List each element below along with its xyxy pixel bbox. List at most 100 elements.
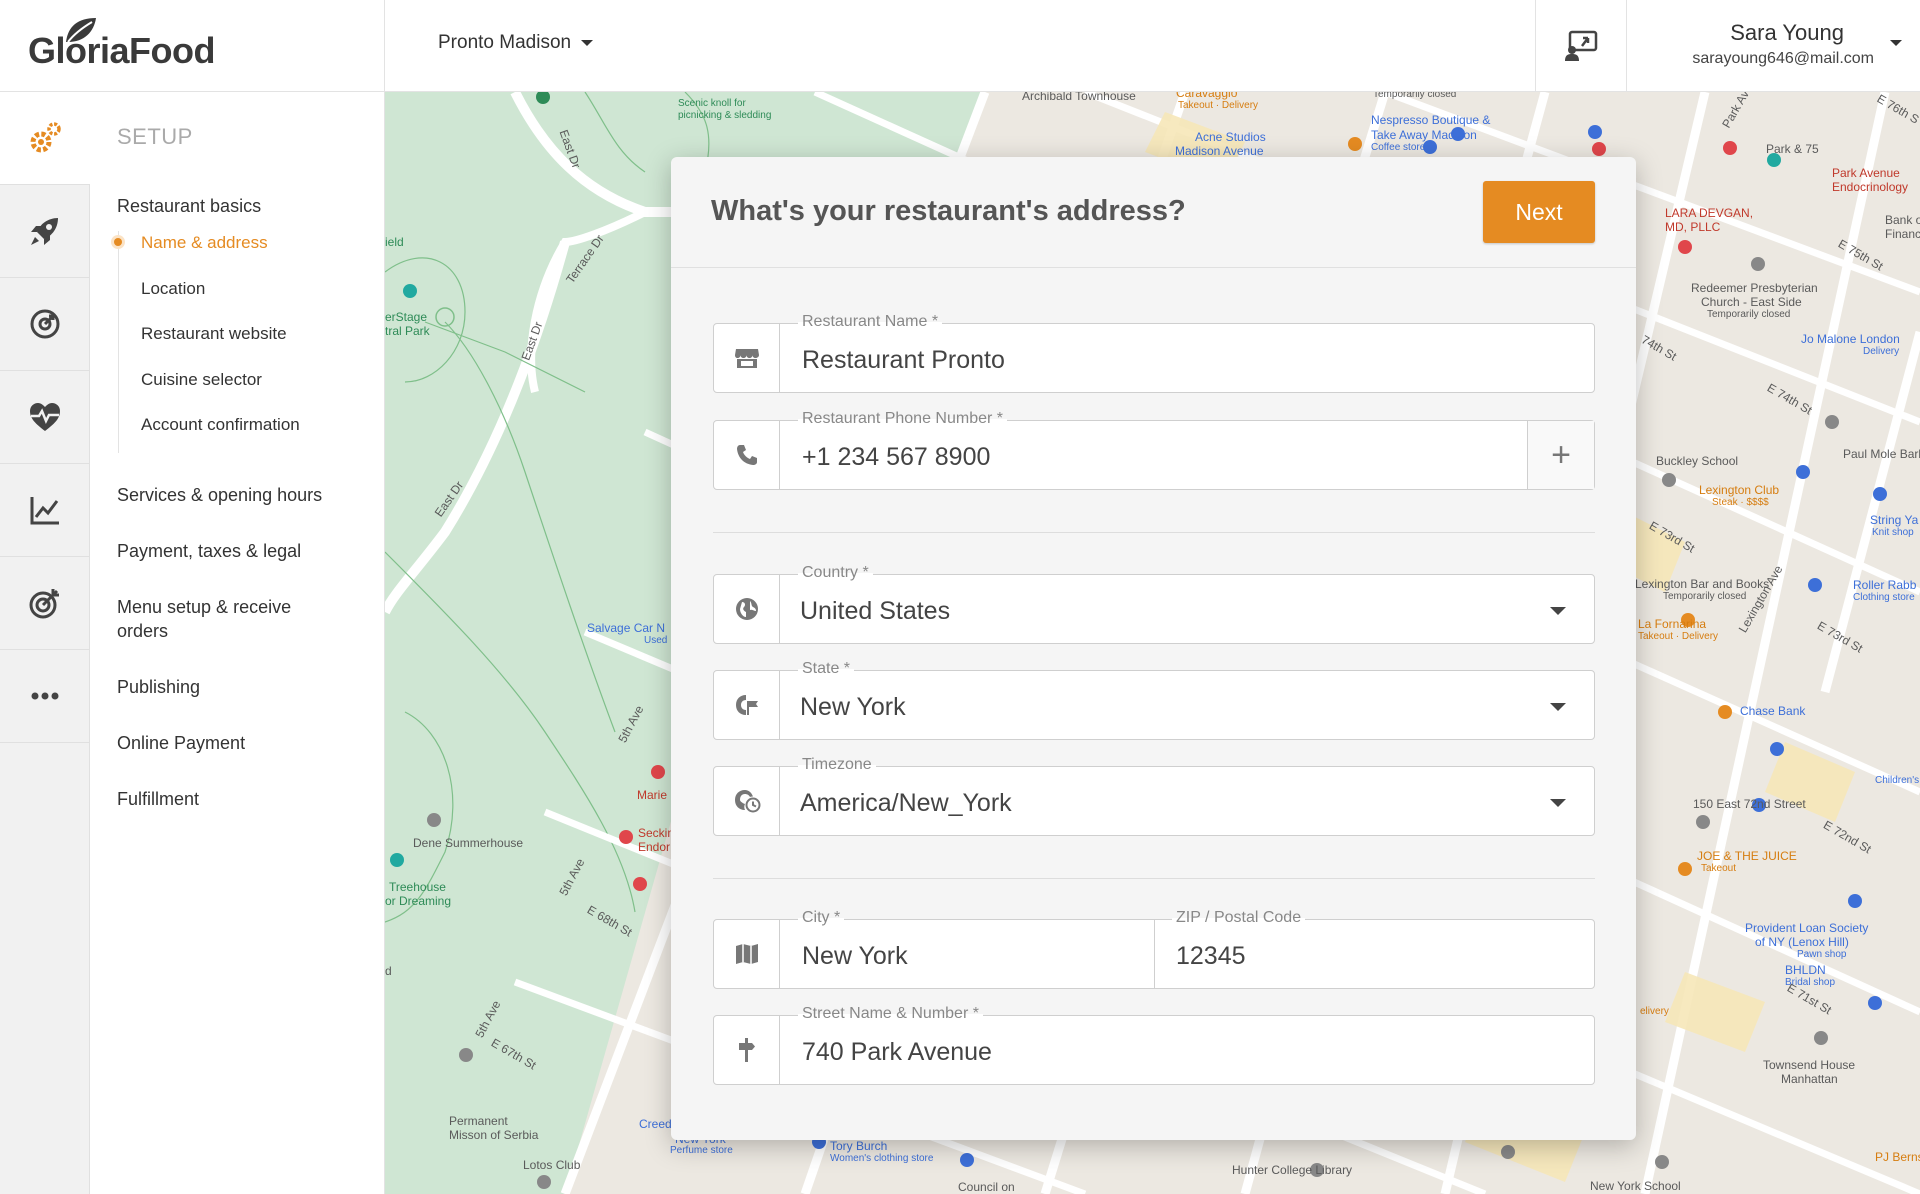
map-label: Coffee store bbox=[1371, 142, 1426, 153]
field-label: Restaurant Phone Number * bbox=[798, 410, 1007, 428]
rail-health[interactable] bbox=[0, 371, 90, 464]
phone-icon bbox=[714, 421, 780, 489]
map-label: Jo Malone London bbox=[1801, 332, 1900, 346]
phone-field[interactable]: Restaurant Phone Number * +1 234 567 890… bbox=[713, 410, 1595, 490]
top-bar: GloriaFood Pronto Madison Sara Young sar… bbox=[0, 0, 1920, 92]
map-label: d bbox=[385, 964, 392, 978]
map-label: Lexington Club bbox=[1699, 483, 1780, 497]
more-icon bbox=[31, 692, 59, 700]
map-label: Madison Avenue bbox=[1175, 144, 1264, 158]
nav-restaurant-basics[interactable]: Restaurant basics bbox=[117, 194, 377, 218]
map-label: Hunter College Library bbox=[1232, 1163, 1353, 1177]
map-label: Roller Rabb bbox=[1853, 578, 1917, 592]
map-label: BHLDN bbox=[1785, 963, 1826, 977]
field-value: United States bbox=[800, 597, 951, 625]
map-label: Tory Burch bbox=[830, 1139, 888, 1153]
rail-marketing[interactable] bbox=[0, 557, 90, 650]
country-select[interactable]: Country * United States bbox=[713, 564, 1595, 644]
user-menu-chevron-icon[interactable] bbox=[1890, 40, 1902, 46]
section-divider bbox=[713, 532, 1595, 533]
user-email: sarayoung646@mail.com bbox=[1692, 50, 1874, 67]
map-label: Children's bbox=[1875, 775, 1920, 786]
rail-launch[interactable] bbox=[0, 185, 90, 278]
map-label: Take Away Madison bbox=[1371, 128, 1477, 142]
map-label: Pawn shop bbox=[1797, 949, 1847, 960]
map-label: elivery bbox=[1640, 1006, 1669, 1017]
nav-cuisine-selector[interactable]: Cuisine selector bbox=[141, 368, 377, 414]
map-label: Takeout · Delivery bbox=[1178, 100, 1259, 111]
restaurant-switcher[interactable]: Pronto Madison bbox=[438, 32, 594, 54]
map-label: Acne Studios bbox=[1195, 130, 1266, 144]
rail-dashboard[interactable] bbox=[0, 278, 90, 371]
city-input[interactable]: New York bbox=[802, 942, 908, 971]
nav-restaurant-website[interactable]: Restaurant website bbox=[141, 322, 377, 368]
add-phone-button[interactable]: + bbox=[1527, 421, 1594, 489]
brand-logo[interactable]: GloriaFood bbox=[0, 0, 385, 92]
rocket-icon bbox=[31, 218, 58, 245]
map-label: Misson of Serbia bbox=[449, 1128, 539, 1142]
map-label: Women's clothing store bbox=[830, 1153, 934, 1164]
map-label: Creed bbox=[639, 1117, 672, 1131]
map-label: Provident Loan Society bbox=[1745, 921, 1869, 935]
signpost-icon bbox=[714, 1016, 780, 1084]
rail-more[interactable] bbox=[0, 650, 90, 743]
map-label: Park & 75 bbox=[1766, 142, 1819, 156]
nav-payment-taxes[interactable]: Payment, taxes & legal bbox=[117, 539, 377, 563]
chevron-down-icon bbox=[1550, 799, 1566, 807]
street-field[interactable]: Street Name & Number * 740 Park Avenue bbox=[713, 1005, 1595, 1085]
map-label: Temporarily closed bbox=[1707, 309, 1791, 320]
map-label: Lexington Bar and Books bbox=[1635, 577, 1770, 591]
gear-icon bbox=[30, 122, 61, 153]
icon-rail bbox=[0, 92, 91, 1194]
nav-online-payment[interactable]: Online Payment bbox=[117, 731, 377, 755]
map-label: New York School bbox=[1590, 1179, 1681, 1193]
zip-input[interactable]: 12345 bbox=[1176, 942, 1246, 971]
nav-account-confirmation[interactable]: Account confirmation bbox=[141, 413, 377, 459]
nav-fulfillment[interactable]: Fulfillment bbox=[117, 787, 377, 811]
dashboard-icon bbox=[30, 309, 60, 339]
nav-location[interactable]: Location bbox=[141, 277, 377, 323]
map-icon bbox=[714, 920, 780, 988]
map-label: Manhattan bbox=[1781, 1072, 1838, 1086]
nav-services-hours[interactable]: Services & opening hours bbox=[117, 483, 377, 507]
map-label: or Dreaming bbox=[385, 894, 452, 908]
nav-name-address[interactable]: Name & address bbox=[114, 231, 377, 277]
map-label: Lotos Club bbox=[523, 1158, 581, 1172]
map-label: Marie bbox=[637, 788, 668, 802]
nav-menu-setup[interactable]: Menu setup & receive orders bbox=[117, 595, 327, 643]
city-label: City * bbox=[798, 909, 845, 927]
next-button[interactable]: Next bbox=[1483, 181, 1595, 243]
map-label: La Fornarina bbox=[1638, 617, 1707, 631]
state-select[interactable]: State * New York bbox=[713, 660, 1595, 740]
timezone-select[interactable]: Timezone America/New_York bbox=[713, 756, 1595, 836]
map-label: Delivery bbox=[1863, 346, 1900, 357]
nav-publishing[interactable]: Publishing bbox=[117, 675, 377, 699]
map-label: Salvage Car N bbox=[587, 621, 666, 635]
map-label: 150 East 72nd Street bbox=[1693, 797, 1806, 811]
user-name: Sara Young bbox=[1730, 20, 1844, 45]
state-flag-icon bbox=[714, 671, 780, 739]
brand-name: GloriaFood bbox=[28, 30, 216, 71]
map-label: JOE & THE JUICE bbox=[1697, 849, 1797, 863]
user-menu[interactable]: Sara Young sarayoung646@mail.com bbox=[1692, 20, 1874, 68]
map-label: Church - East Side bbox=[1701, 295, 1802, 309]
field-value: +1 234 567 8900 bbox=[802, 443, 991, 471]
rail-reports[interactable] bbox=[0, 464, 90, 557]
restaurant-name-field[interactable]: Restaurant Name * Restaurant Pronto bbox=[713, 313, 1595, 393]
rail-setup[interactable] bbox=[0, 92, 91, 185]
map-label: Financi bbox=[1885, 227, 1920, 241]
map-label: Steak · $$$$ bbox=[1712, 497, 1769, 508]
map-label: String Ya bbox=[1870, 513, 1919, 527]
map-label: Takeout bbox=[1701, 863, 1737, 874]
support-chat-button[interactable] bbox=[1535, 0, 1627, 92]
field-value: 740 Park Avenue bbox=[802, 1038, 992, 1066]
map-label: Council on bbox=[958, 1180, 1015, 1194]
map-label: Endor bbox=[638, 840, 671, 854]
map-label: Nespresso Boutique & bbox=[1371, 113, 1491, 127]
map-label: Clothing store bbox=[1853, 592, 1915, 603]
map-label: PJ Bernste bbox=[1875, 1150, 1920, 1164]
map-label: Scenic knoll for bbox=[678, 98, 746, 109]
map-label: of NY (Lenox Hill) bbox=[1755, 935, 1849, 949]
globe-clock-icon bbox=[714, 767, 780, 835]
map-label: erStage bbox=[385, 310, 428, 324]
